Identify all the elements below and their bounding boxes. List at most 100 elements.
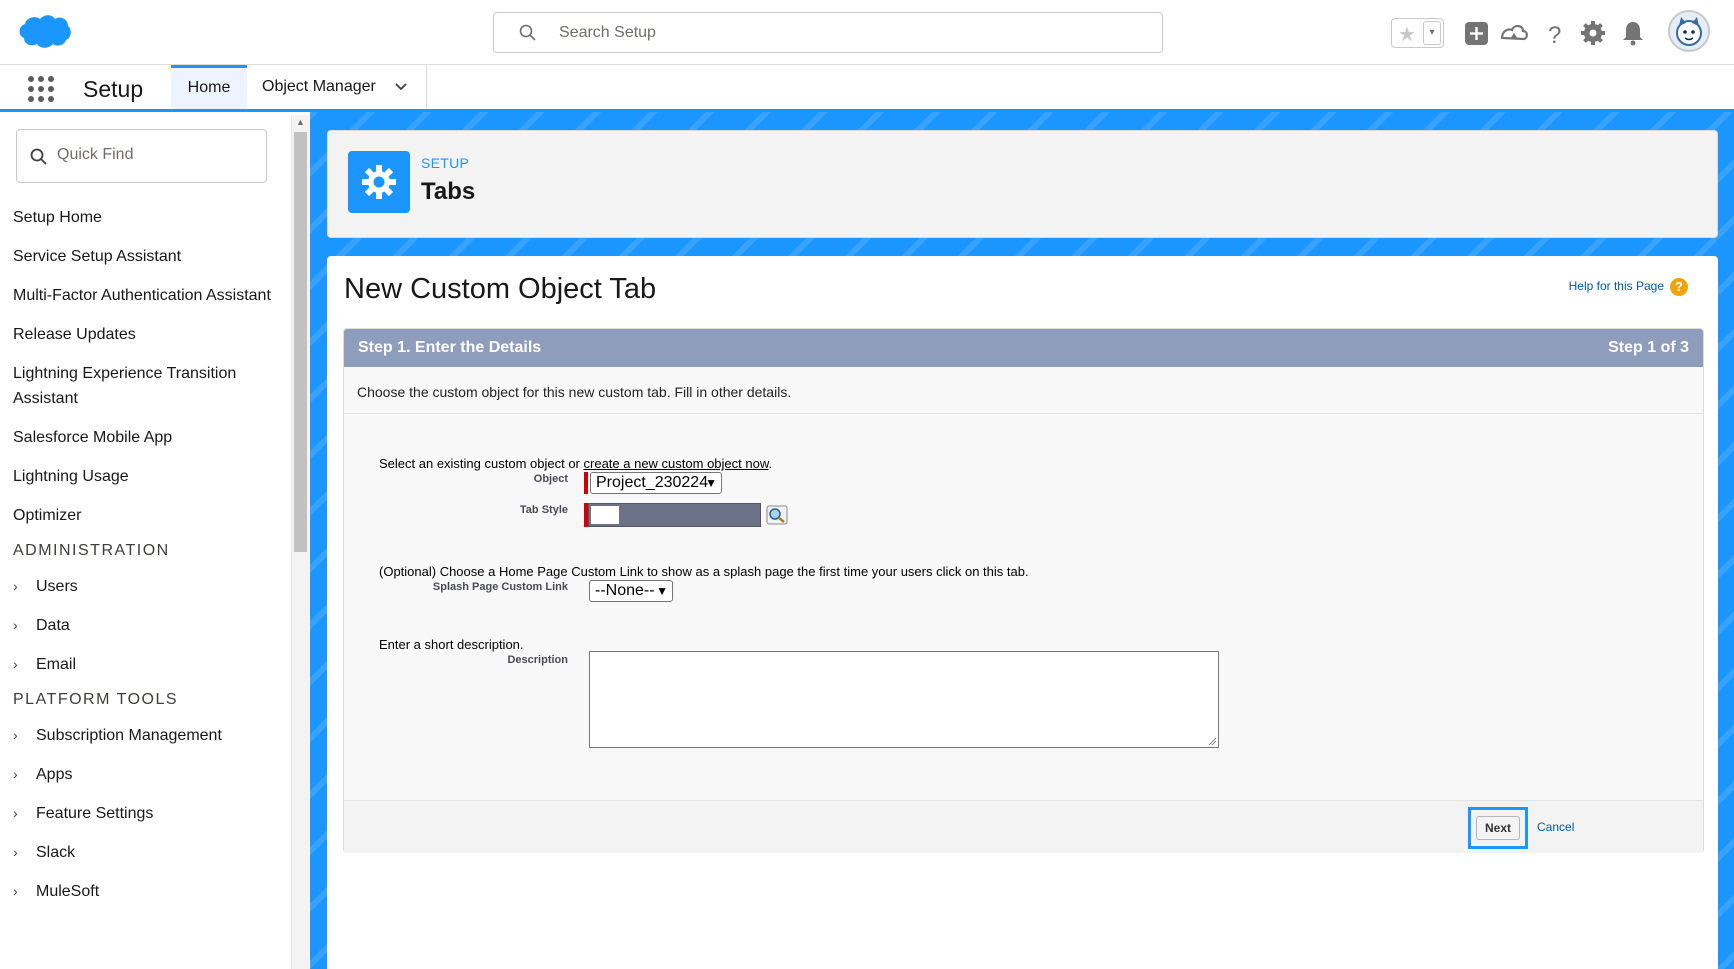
description-label: Description xyxy=(507,654,568,666)
page-title: Tabs xyxy=(421,178,476,205)
setup-search-input[interactable]: Search Setup xyxy=(493,12,1163,53)
chevron-right-icon[interactable]: › xyxy=(13,574,18,599)
sidebar-item-apps[interactable]: › Apps xyxy=(13,762,283,787)
quick-find-placeholder: Quick Find xyxy=(57,146,134,163)
svg-text:?: ? xyxy=(1548,22,1561,48)
next-button[interactable]: Next xyxy=(1476,816,1520,840)
select-object-prompt-text: Select an existing custom object or xyxy=(379,456,580,471)
sidebar-item-label: Feature Settings xyxy=(36,805,154,822)
step-intro: Choose the custom object for this new cu… xyxy=(357,384,792,400)
content-title: New Custom Object Tab xyxy=(344,273,657,305)
search-icon xyxy=(30,148,47,165)
chevron-right-icon[interactable]: › xyxy=(13,723,18,748)
lookup-magnifier-icon[interactable] xyxy=(766,505,788,525)
resize-handle-icon[interactable] xyxy=(1207,736,1217,746)
object-select[interactable]: Project_230224 ▼ xyxy=(590,472,722,494)
salesforce-logo[interactable] xyxy=(18,14,72,50)
settings-gear-icon[interactable] xyxy=(1578,18,1608,48)
app-nav-bar: Setup Home Object Manager xyxy=(0,65,1734,112)
content-panel: New Custom Object Tab Help for this Page… xyxy=(327,256,1718,969)
chevron-right-icon[interactable]: › xyxy=(13,652,18,677)
chevron-right-icon[interactable]: › xyxy=(13,762,18,787)
help-question-icon[interactable]: ? xyxy=(1670,278,1688,296)
sidebar-item-feature-settings[interactable]: › Feature Settings xyxy=(13,801,283,826)
trailhead-icon[interactable] xyxy=(1499,18,1529,48)
page-header: SETUP Tabs xyxy=(327,130,1718,238)
sidebar-item-lightning-transition[interactable]: Lightning Experience Transition Assistan… xyxy=(13,361,283,411)
chevron-right-icon[interactable]: › xyxy=(13,879,18,904)
search-icon xyxy=(519,24,536,41)
star-icon[interactable]: ★ xyxy=(1398,22,1416,47)
tab-style-swatch xyxy=(591,506,619,524)
object-label: Object xyxy=(533,473,568,485)
sidebar-item-setup-home[interactable]: Setup Home xyxy=(13,205,283,230)
chevron-right-icon[interactable]: › xyxy=(13,801,18,826)
sidebar-scrollbar[interactable]: ▲ xyxy=(291,115,309,969)
setup-gear-icon xyxy=(348,151,410,213)
administration-heading: ADMINISTRATION xyxy=(13,542,170,559)
sidebar-item-mulesoft[interactable]: › MuleSoft xyxy=(13,879,283,904)
sidebar-item-mfa-assistant[interactable]: Multi-Factor Authentication Assistant xyxy=(13,283,283,308)
sidebar-item-email[interactable]: › Email xyxy=(13,652,283,677)
wizard-panel: Step 1. Enter the Details Step 1 of 3 Ch… xyxy=(343,328,1704,853)
favorites-button[interactable]: ★ ▾ xyxy=(1391,18,1444,48)
sidebar-item-optimizer[interactable]: Optimizer xyxy=(13,503,283,528)
app-launcher-icon[interactable] xyxy=(27,75,55,103)
cancel-link[interactable]: Cancel xyxy=(1537,820,1574,834)
create-custom-object-link[interactable]: create a new custom object now xyxy=(584,456,769,471)
help-link[interactable]: Help for this Page? xyxy=(1569,278,1688,296)
platform-tools-heading: PLATFORM TOOLS xyxy=(13,691,179,708)
tab-object-manager[interactable]: Object Manager xyxy=(247,65,427,109)
description-textarea[interactable] xyxy=(589,651,1219,748)
scroll-up-arrow-icon[interactable]: ▲ xyxy=(296,117,305,127)
step-title: Step 1. Enter the Details xyxy=(358,339,542,356)
quick-find-input[interactable]: Quick Find xyxy=(16,129,267,183)
scrollbar-thumb[interactable] xyxy=(294,132,307,552)
tab-style-field[interactable] xyxy=(588,503,761,527)
splash-page-label: Splash Page Custom Link xyxy=(432,581,568,593)
help-icon[interactable]: ? xyxy=(1540,18,1570,48)
chevron-right-icon[interactable]: › xyxy=(13,613,18,638)
step-header: Step 1. Enter the Details Step 1 of 3 xyxy=(344,329,1703,367)
search-placeholder: Search Setup xyxy=(559,24,656,41)
setup-sidebar: Quick Find Setup Home Service Setup Assi… xyxy=(0,115,310,969)
sidebar-item-label: Apps xyxy=(36,766,73,783)
sidebar-item-release-updates[interactable]: Release Updates xyxy=(13,322,283,347)
step-count: Step 1 of 3 xyxy=(1608,339,1689,356)
app-name: Setup xyxy=(83,76,144,102)
page-header-subtitle: SETUP xyxy=(421,155,470,171)
wizard-footer: Next Cancel xyxy=(344,801,1703,853)
object-select-value: Project_230224 xyxy=(596,474,709,491)
astro-avatar-icon xyxy=(1676,17,1702,46)
sidebar-item-lightning-usage[interactable]: Lightning Usage xyxy=(13,464,283,489)
sidebar-item-users[interactable]: › Users xyxy=(13,574,283,599)
sidebar-item-subscription-management[interactable]: › Subscription Management xyxy=(13,723,283,748)
splash-page-select-value: --None-- xyxy=(595,582,655,599)
sidebar-item-service-setup-assistant[interactable]: Service Setup Assistant xyxy=(13,244,283,269)
sidebar-item-label: Subscription Management xyxy=(36,727,222,744)
global-header: Search Setup ★ ▾ ? xyxy=(0,0,1734,65)
user-avatar[interactable] xyxy=(1668,10,1710,52)
sidebar-item-data[interactable]: › Data xyxy=(13,613,283,638)
chevron-down-icon: ▼ xyxy=(705,476,717,490)
next-button-highlight: Next xyxy=(1468,807,1528,849)
sidebar-item-label: Slack xyxy=(36,844,76,861)
sidebar-item-label: Data xyxy=(36,617,70,634)
tab-object-manager-label: Object Manager xyxy=(262,78,376,95)
chevron-right-icon[interactable]: › xyxy=(13,840,18,865)
help-link-label[interactable]: Help for this Page xyxy=(1569,279,1664,293)
global-actions-icon[interactable] xyxy=(1462,18,1492,48)
notifications-bell-icon[interactable] xyxy=(1618,18,1648,48)
required-indicator xyxy=(584,472,588,494)
description-prompt: Enter a short description. xyxy=(379,637,524,652)
sidebar-item-mobile-app[interactable]: Salesforce Mobile App xyxy=(13,425,283,450)
tab-home[interactable]: Home xyxy=(171,65,247,109)
sidebar-nav-list: Setup Home Service Setup Assistant Multi… xyxy=(13,205,283,918)
form-body: Select an existing custom object or crea… xyxy=(344,413,1703,801)
sidebar-item-slack[interactable]: › Slack xyxy=(13,840,283,865)
favorites-dropdown-icon[interactable]: ▾ xyxy=(1423,21,1441,45)
chevron-down-icon: ▼ xyxy=(656,584,668,598)
select-object-prompt: Select an existing custom object or crea… xyxy=(379,456,773,471)
splash-page-select[interactable]: --None-- ▼ xyxy=(589,580,673,602)
sidebar-item-label: MuleSoft xyxy=(36,883,100,900)
